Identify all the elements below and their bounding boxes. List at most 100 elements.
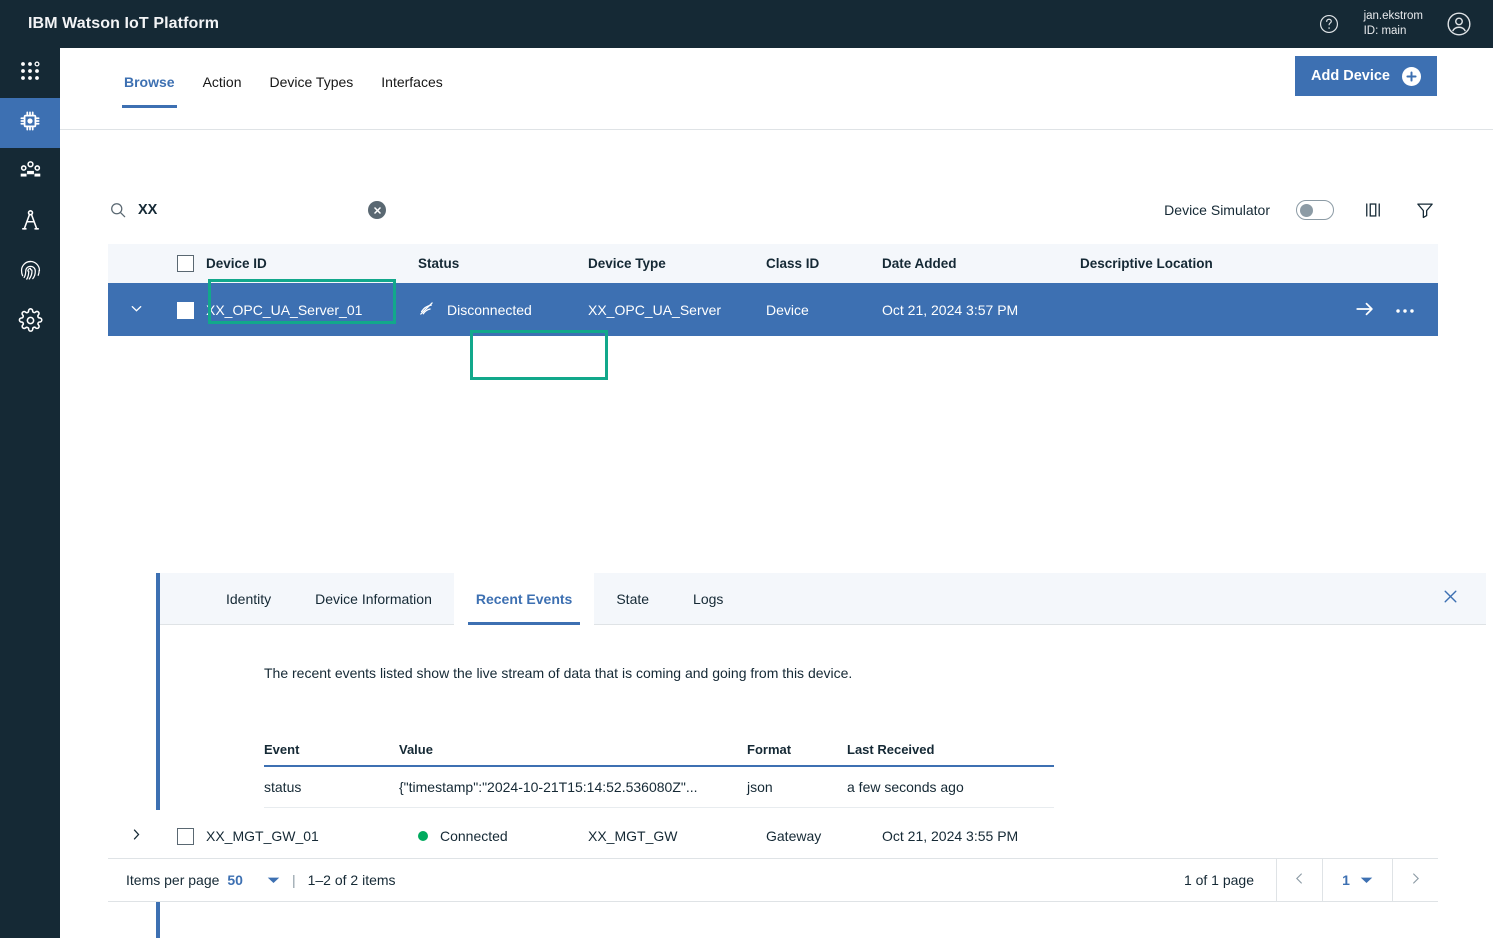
select-all-checkbox-cell [164, 255, 206, 272]
tab-recent-events-label: Recent Events [475, 590, 573, 607]
overflow-menu-icon[interactable] [1394, 302, 1416, 318]
header-class-id[interactable]: Class ID [766, 256, 882, 271]
next-page-button[interactable] [1392, 858, 1438, 902]
row-expand-toggle[interactable] [108, 826, 164, 846]
row-expand-toggle[interactable] [108, 300, 164, 320]
rail-item-app-grid[interactable] [0, 48, 60, 98]
user-avatar-icon[interactable] [1441, 6, 1477, 42]
header-descriptive-location[interactable]: Descriptive Location [1080, 256, 1318, 271]
device-simulator-toggle[interactable] [1296, 200, 1334, 220]
tab-interfaces-label: Interfaces [381, 74, 443, 90]
chevron-down-icon [128, 300, 145, 320]
search-icon [108, 200, 128, 220]
cell-status: Connected [418, 828, 588, 844]
tab-action-label: Action [202, 74, 242, 90]
event-format: json [747, 779, 773, 795]
gear-settings-icon [18, 308, 43, 338]
tab-recent-events[interactable]: Recent Events [453, 572, 595, 625]
row-select-checkbox[interactable] [176, 301, 194, 319]
header-status[interactable]: Status [418, 256, 588, 271]
tab-device-types[interactable]: Device Types [256, 66, 368, 108]
detail-tabs: Identity Device Information Recent Event… [160, 572, 1486, 625]
add-device-button[interactable]: Add Device [1295, 56, 1437, 96]
tab-device-information-label: Device Information [315, 590, 432, 607]
current-page-value: 1 [1342, 872, 1350, 888]
tab-interfaces[interactable]: Interfaces [367, 66, 456, 108]
page-count-label: 1 of 1 page [1183, 872, 1254, 888]
user-name: jan.ekstrom [1363, 10, 1423, 22]
events-header-last-received: Last Received [847, 742, 935, 757]
users-icon [18, 158, 43, 188]
tab-browse[interactable]: Browse [110, 66, 189, 108]
cell-device-type: XX_OPC_UA_Server [588, 302, 722, 318]
compass-drafting-icon [18, 208, 43, 238]
recent-events-description: The recent events listed show the live s… [264, 665, 853, 681]
event-name: status [264, 779, 302, 795]
watson-iot-device-browser: IBM Watson IoT Platform jan.ekstrom ID: … [0, 0, 1493, 938]
select-all-checkbox[interactable] [176, 255, 194, 272]
status-wrapper: Disconnected [418, 300, 588, 320]
filter-funnel-icon[interactable] [1412, 197, 1438, 223]
items-per-page-value[interactable]: 50 [227, 872, 243, 888]
tab-state-label: State [616, 590, 650, 607]
row-checkbox-cell [164, 301, 206, 319]
search-container [108, 200, 358, 220]
user-id: ID: main [1363, 25, 1407, 37]
cell-class-id: Gateway [766, 828, 822, 844]
chevron-right-icon [1408, 871, 1423, 889]
status-connected-dot-icon [418, 831, 428, 841]
device-simulator-label: Device Simulator [1164, 202, 1270, 218]
tab-identity[interactable]: Identity [204, 573, 293, 625]
add-device-label: Add Device [1311, 68, 1390, 84]
toggle-knob [1300, 204, 1313, 217]
pagination-range-label: 1–2 of 2 items [307, 872, 396, 888]
help-circle-icon[interactable] [1312, 7, 1346, 41]
pagination-left: Items per page 50 | 1–2 of 2 items [108, 872, 396, 888]
row-select-checkbox[interactable] [176, 827, 194, 845]
row-checkbox-cell [164, 827, 206, 845]
clear-close-icon [373, 203, 382, 218]
tab-action[interactable]: Action [189, 66, 256, 108]
event-value: {"timestamp":"2024-10-21T15:14:52.536080… [399, 779, 698, 795]
tab-logs[interactable]: Logs [671, 573, 745, 625]
current-page-selector[interactable]: 1 [1322, 858, 1392, 902]
table-row[interactable]: XX_OPC_UA_Server_01 Disconnected XX_OPC_… [108, 284, 1438, 336]
rail-item-devices[interactable] [0, 98, 60, 148]
left-nav-rail [0, 48, 60, 938]
event-row[interactable]: status {"timestamp":"2024-10-21T15:14:52… [264, 767, 1054, 808]
events-header-event: Event [264, 742, 300, 757]
columns-settings-icon[interactable] [1360, 197, 1386, 223]
tab-state[interactable]: State [594, 573, 671, 625]
tab-browse-label: Browse [124, 74, 175, 90]
cell-device-id: XX_MGT_GW_01 [206, 828, 319, 844]
app-brand-title: IBM Watson IoT Platform [28, 15, 220, 32]
toolbar-right-controls: Device Simulator [1164, 197, 1438, 223]
close-panel-button[interactable] [1438, 587, 1462, 611]
tab-device-information[interactable]: Device Information [293, 573, 454, 625]
events-header-value: Value [399, 742, 433, 757]
event-last-received: a few seconds ago [847, 779, 964, 795]
pagination-bar: Items per page 50 | 1–2 of 2 items 1 of … [108, 858, 1438, 902]
user-info: jan.ekstrom ID: main [1364, 9, 1423, 39]
tab-logs-label: Logs [693, 590, 724, 607]
top-bar: IBM Watson IoT Platform jan.ekstrom ID: … [0, 0, 1493, 48]
rail-item-settings[interactable] [0, 298, 60, 348]
rail-item-users[interactable] [0, 148, 60, 198]
cell-device-id: XX_OPC_UA_Server_01 [206, 302, 363, 318]
header-device-id[interactable]: Device ID [206, 256, 418, 271]
search-input[interactable] [138, 202, 318, 218]
arrow-right-icon[interactable] [1354, 299, 1376, 322]
header-date-added[interactable]: Date Added [882, 256, 1080, 271]
status-label: Connected [440, 828, 508, 844]
clear-search-button[interactable] [368, 201, 386, 219]
previous-page-button[interactable] [1276, 858, 1322, 902]
events-header-format: Format [747, 742, 792, 757]
row-actions [1318, 299, 1438, 322]
header-device-type[interactable]: Device Type [588, 256, 766, 271]
table-row[interactable]: XX_MGT_GW_01 Connected XX_MGT_GW Gateway… [108, 810, 1438, 862]
rail-item-security[interactable] [0, 248, 60, 298]
close-icon [1442, 588, 1459, 610]
rail-item-design[interactable] [0, 198, 60, 248]
items-per-page-chevron-down-icon[interactable] [267, 872, 280, 888]
tab-device-types-label: Device Types [269, 74, 354, 90]
